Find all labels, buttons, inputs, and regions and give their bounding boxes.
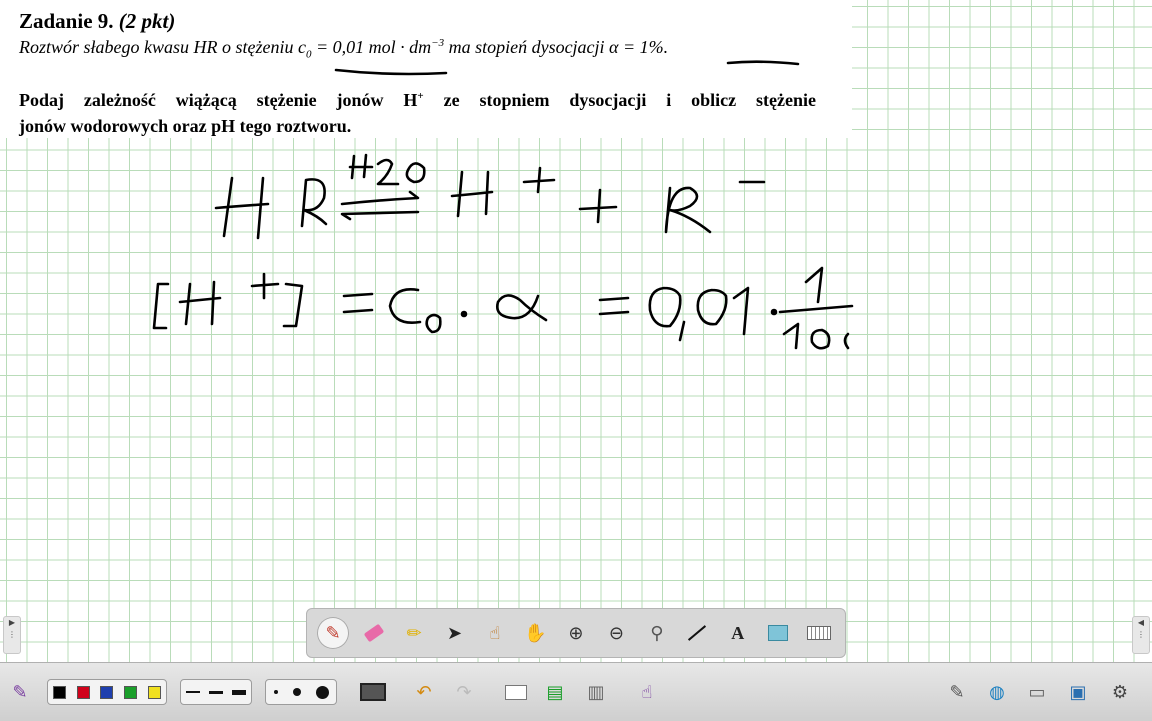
- settings-icon[interactable]: ✎: [943, 679, 971, 705]
- pen-icon[interactable]: ✎: [317, 617, 350, 649]
- task-text-box: Zadanie 9. (2 pkt) Roztwór słabego kwasu…: [0, 0, 852, 138]
- page-sorter-icon[interactable]: ▤: [541, 679, 569, 705]
- color-swatch-green[interactable]: [124, 685, 138, 699]
- line-width-thick[interactable]: [232, 689, 247, 695]
- color-swatch-black[interactable]: [53, 685, 67, 699]
- zoom-in-icon[interactable]: ⊕: [560, 617, 592, 649]
- left-panel-toggle[interactable]: ▶ ⋮: [3, 616, 21, 654]
- line-icon[interactable]: [681, 617, 713, 649]
- color-palette: [47, 679, 167, 705]
- task-instruction-line1: Podaj zależność wiążącą stężenie jonów H…: [19, 90, 816, 110]
- undo-icon[interactable]: ↶: [410, 679, 438, 705]
- right-panel-toggle[interactable]: ◀ ⋮: [1132, 616, 1150, 654]
- screen-shade-icon[interactable]: [762, 617, 794, 649]
- color-swatch-yellow[interactable]: [147, 685, 161, 699]
- point-size-medium[interactable]: [292, 688, 301, 696]
- bottom-toolbar: ✎ ↶ ↷ ▤ ▥ ☝ ✎ ◍ ▭ ▣ ⚙: [0, 662, 1152, 721]
- point-size-small[interactable]: [273, 690, 278, 694]
- eraser-icon[interactable]: [358, 617, 390, 649]
- keyboard-icon[interactable]: [803, 617, 835, 649]
- properties-icon[interactable]: ☝: [633, 679, 661, 705]
- select-arrow-icon[interactable]: ➤: [439, 617, 471, 649]
- task-instruction-line2: jonów wodorowych oraz pH tego roztworu.: [19, 116, 352, 136]
- task-title: Zadanie 9. (2 pkt): [19, 9, 175, 34]
- color-swatch-blue[interactable]: [100, 685, 114, 699]
- task-number: Zadanie 9.: [19, 9, 114, 33]
- pen-icon[interactable]: ✎: [6, 679, 34, 705]
- text-tool-icon[interactable]: A: [722, 617, 754, 649]
- screen-capture-icon[interactable]: [359, 679, 387, 705]
- gallery-icon[interactable]: ▥: [582, 679, 610, 705]
- folder-icon[interactable]: ▭: [1023, 679, 1051, 705]
- line-width-medium[interactable]: [208, 690, 223, 694]
- gear-icon[interactable]: ⚙: [1106, 679, 1134, 705]
- floating-tools-toolbar: ✎ ✏ ➤ ☝ ✋ ⊕ ⊖ ⚲ A: [306, 608, 846, 658]
- point-size-large[interactable]: [315, 685, 329, 699]
- display-icon[interactable]: ▣: [1064, 679, 1092, 705]
- zoom-out-icon[interactable]: ⊖: [600, 617, 632, 649]
- globe-icon[interactable]: ◍: [983, 679, 1011, 705]
- magic-pointer-icon[interactable]: ☝: [479, 617, 511, 649]
- line-width-thin[interactable]: [185, 691, 200, 693]
- color-swatch-red[interactable]: [76, 685, 90, 699]
- color-picker-icon[interactable]: ⚲: [641, 617, 673, 649]
- redo-icon[interactable]: ↷: [450, 679, 478, 705]
- pan-hand-icon[interactable]: ✋: [519, 617, 551, 649]
- line-width-selector: [180, 679, 252, 705]
- add-page-icon[interactable]: [502, 679, 530, 705]
- point-size-selector: [265, 679, 337, 705]
- task-points: (2 pkt): [118, 9, 176, 33]
- highlighter-icon[interactable]: ✏: [398, 617, 430, 649]
- task-description: Roztwór słabego kwasu HR o stężeniu c0 =…: [19, 37, 669, 61]
